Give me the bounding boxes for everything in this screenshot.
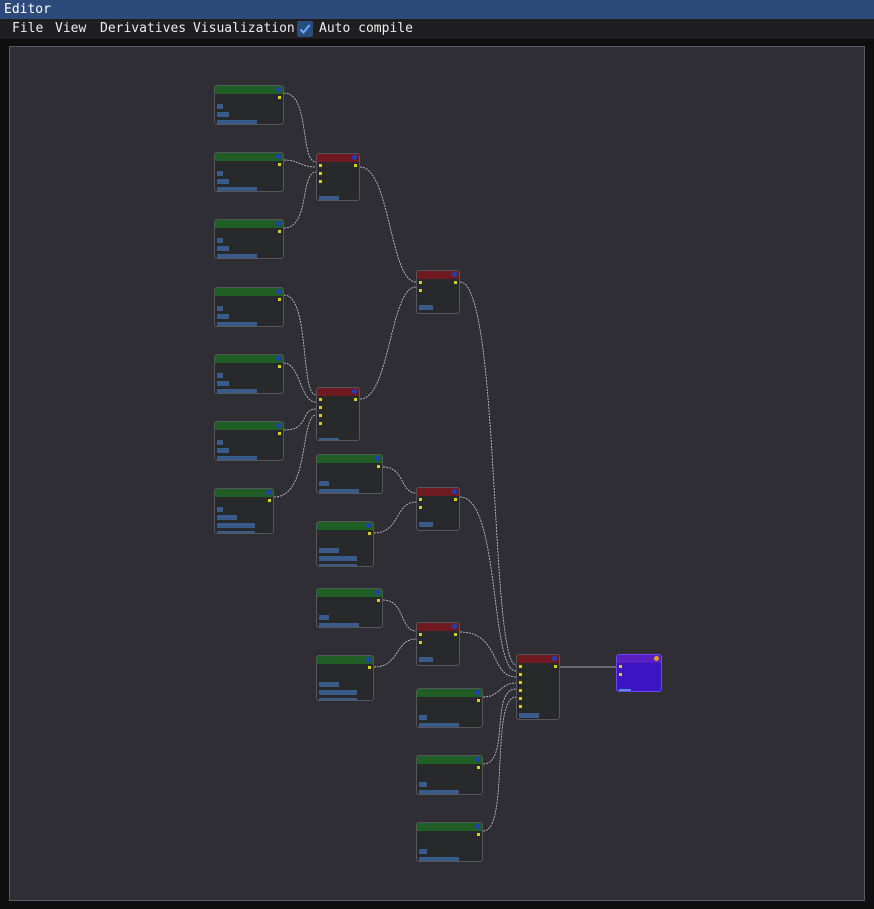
graph-node[interactable] bbox=[316, 521, 374, 567]
graph-node[interactable] bbox=[416, 622, 460, 666]
graph-output-node[interactable] bbox=[616, 654, 662, 692]
graph-node[interactable] bbox=[316, 655, 374, 701]
graph-node[interactable] bbox=[214, 488, 274, 534]
menu-view[interactable]: View bbox=[51, 19, 90, 39]
graph-node[interactable] bbox=[416, 822, 483, 862]
window-title: Editor bbox=[0, 0, 874, 19]
graph-node[interactable] bbox=[214, 287, 284, 327]
auto-compile-label: Auto compile bbox=[319, 21, 413, 36]
graph-node[interactable] bbox=[214, 219, 284, 259]
graph-node[interactable] bbox=[516, 654, 560, 720]
graph-node[interactable] bbox=[416, 487, 460, 531]
graph-node[interactable] bbox=[214, 85, 284, 125]
auto-compile-checkbox[interactable] bbox=[297, 21, 313, 37]
menu-file[interactable]: File bbox=[8, 19, 47, 39]
graph-node[interactable] bbox=[214, 152, 284, 192]
node-editor-canvas[interactable] bbox=[9, 46, 865, 901]
graph-node[interactable] bbox=[316, 153, 360, 201]
graph-node[interactable] bbox=[416, 688, 483, 728]
menu-derivatives[interactable]: Derivatives bbox=[96, 19, 190, 39]
menu-visualization[interactable]: Visualization bbox=[189, 19, 299, 39]
graph-node[interactable] bbox=[316, 454, 383, 494]
graph-node[interactable] bbox=[214, 421, 284, 461]
menu-bar: File View Derivatives Visualization Auto… bbox=[0, 19, 874, 39]
graph-node[interactable] bbox=[316, 387, 360, 441]
checkmark-icon bbox=[299, 24, 311, 34]
graph-node[interactable] bbox=[416, 270, 460, 314]
graph-node[interactable] bbox=[316, 588, 383, 628]
graph-node[interactable] bbox=[416, 755, 483, 795]
graph-node[interactable] bbox=[214, 354, 284, 394]
